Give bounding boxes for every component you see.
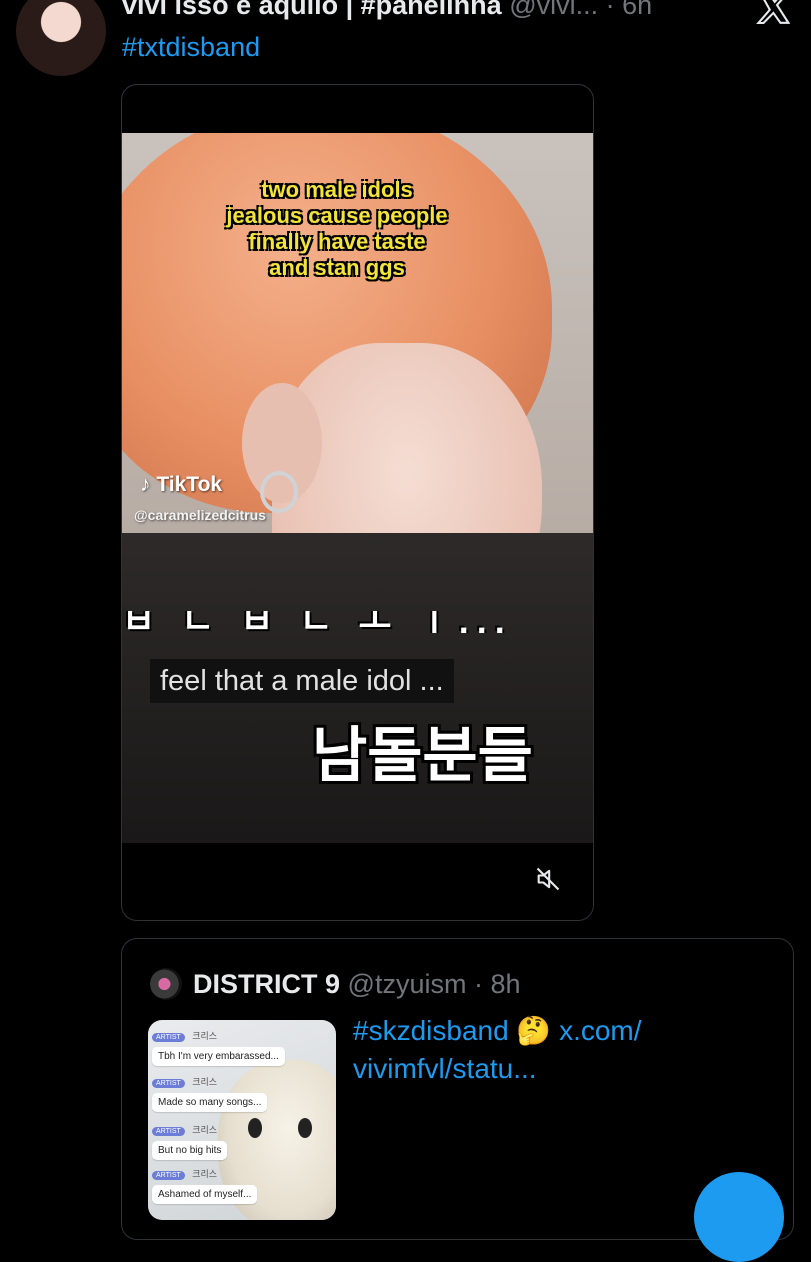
tiktok-icon: ♪ [140, 473, 151, 496]
chat-nick: 크리스 [192, 1169, 218, 1179]
chat-nick: 크리스 [192, 1125, 218, 1135]
chat-tag: ARTIST [152, 1079, 185, 1088]
chat-tag: ARTIST [152, 1171, 185, 1180]
chat-tag: ARTIST [152, 1127, 185, 1136]
author-name[interactable]: vivi isso e aquilo | #panelinha [122, 0, 502, 20]
subtitle-korean: 남돌분들 [312, 722, 533, 789]
quoted-author-line: DISTRICT 9 @tzyuism · 8h [193, 966, 521, 1002]
chat-bubble: Ashamed of myself... [152, 1185, 258, 1204]
quoted-author-avatar[interactable] [150, 968, 182, 1000]
subtitle-korean-partial: ㅂ ㄴ ㅂ ㄴ ㅗ ㅣ... [122, 611, 513, 633]
plush-eye-shape [248, 1118, 262, 1138]
quoted-author-handle[interactable]: @tzyuism [348, 969, 467, 999]
caption-line: jealous cause people [226, 203, 448, 228]
caption-line: finally have taste [248, 229, 426, 254]
chat-message: ARTIST 크리스 Ashamed of myself... [152, 1164, 258, 1204]
chat-message: ARTIST 크리스 But no big hits [152, 1120, 228, 1160]
video-frame[interactable]: two male idols jealous cause people fina… [122, 133, 593, 843]
x-logo-icon[interactable] [756, 0, 792, 26]
author-avatar[interactable] [16, 0, 106, 76]
tiktok-brand-label: TikTok [156, 473, 223, 496]
video-card[interactable]: two male idols jealous cause people fina… [121, 84, 594, 921]
caption-line: and stan ggs [269, 255, 405, 280]
separator-dot: · [473, 969, 483, 999]
chat-bubble: Made so many songs... [152, 1093, 268, 1112]
tiktok-username: @caramelizedcitrus [134, 507, 266, 523]
chat-message: ARTIST 크리스 Tbh I'm very embarassed... [152, 1026, 285, 1066]
author-handle[interactable]: @vivi... [509, 0, 598, 20]
chat-nick: 크리스 [192, 1031, 218, 1041]
chat-tag: ARTIST [152, 1033, 185, 1042]
quoted-post-text[interactable]: #skzdisband 🤔 x.com/ vivimfvl/statu... [353, 1012, 773, 1088]
volume-muted-icon[interactable] [534, 865, 562, 893]
post-time[interactable]: 6h [622, 0, 652, 20]
video-overlay-caption: two male idols jealous cause people fina… [172, 177, 502, 281]
quoted-media-thumbnail[interactable]: ARTIST 크리스 Tbh I'm very embarassed... AR… [148, 1020, 336, 1220]
subtitle-english: feel that a male idol ... [150, 659, 454, 703]
separator-dot: · [605, 0, 615, 20]
post-author-line: vivi isso e aquilo | #panelinha @vivi...… [122, 0, 652, 22]
chat-bubble: But no big hits [152, 1141, 228, 1160]
compose-button[interactable] [694, 1172, 784, 1262]
chat-message: ARTIST 크리스 Made so many songs... [152, 1072, 268, 1112]
quoted-author-name[interactable]: DISTRICT 9 [193, 969, 340, 999]
caption-line: two male idols [261, 177, 413, 202]
tiktok-watermark: ♪ TikTok [140, 473, 222, 497]
plush-eye-shape [298, 1118, 312, 1138]
quoted-post-time[interactable]: 8h [490, 969, 520, 999]
post-hashtag[interactable]: #txtdisband [122, 32, 260, 63]
chat-nick: 크리스 [192, 1077, 218, 1087]
chat-bubble: Tbh I'm very embarassed... [152, 1047, 285, 1066]
